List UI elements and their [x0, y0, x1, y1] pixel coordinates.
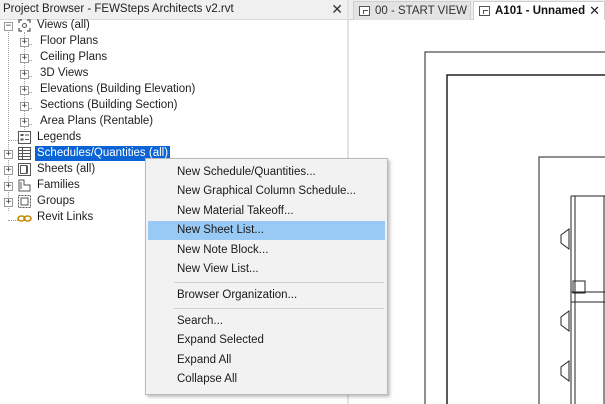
menu-separator: [174, 308, 384, 309]
close-icon[interactable]: ✕: [589, 3, 600, 19]
tab-label: A101 - Unnamed: [495, 5, 586, 17]
tree-node-legends[interactable]: Legends: [0, 130, 340, 146]
expand-icon[interactable]: +: [20, 54, 29, 63]
tab-a101[interactable]: A101 - Unnamed ✕: [473, 1, 605, 20]
revit-window: Project Browser - FEWSteps Architects v2…: [0, 0, 605, 404]
revit-links-icon: [17, 215, 32, 222]
menu-item-new-note-block[interactable]: New Note Block...: [148, 241, 385, 260]
tab-label: 00 - START VIEW: [375, 5, 468, 17]
expand-icon[interactable]: +: [4, 150, 13, 159]
menu-item-browser-organization[interactable]: Browser Organization...: [148, 286, 385, 305]
tree-node-label: 3D Views: [40, 67, 89, 79]
view-tab-bar: 00 - START VIEW A101 - Unnamed ✕: [349, 0, 605, 20]
tree-node-label: Elevations (Building Elevation): [40, 83, 196, 95]
tree-node-floor-plans[interactable]: + Floor Plans: [0, 34, 340, 50]
menu-item-new-graphical-column-schedule[interactable]: New Graphical Column Schedule...: [148, 182, 385, 201]
context-menu: New Schedule/Quantities... New Graphical…: [145, 158, 388, 395]
tree-node-label: Sections (Building Section): [40, 99, 178, 111]
expand-icon[interactable]: +: [20, 70, 29, 79]
tree-node-elevations[interactable]: + Elevations (Building Elevation): [0, 82, 340, 98]
menu-item-expand-all[interactable]: Expand All: [148, 351, 385, 370]
tree-node-label: Ceiling Plans: [40, 51, 108, 63]
sheets-icon: [18, 163, 31, 176]
tab-start-view[interactable]: 00 - START VIEW: [353, 1, 471, 20]
tree-node-label: Area Plans (Rentable): [40, 115, 154, 127]
tree-node-views[interactable]: − Views (all): [0, 18, 340, 34]
groups-icon: [18, 195, 31, 208]
tree-node-area-plans[interactable]: + Area Plans (Rentable): [0, 114, 340, 130]
menu-item-search[interactable]: Search...: [148, 312, 385, 331]
menu-item-new-view-list[interactable]: New View List...: [148, 260, 385, 279]
legends-icon: [18, 131, 31, 144]
expand-icon[interactable]: +: [4, 182, 13, 191]
expand-icon[interactable]: +: [4, 166, 13, 175]
tree-node-sections[interactable]: + Sections (Building Section): [0, 98, 340, 114]
menu-item-new-schedule[interactable]: New Schedule/Quantities...: [148, 163, 385, 182]
views-icon: [18, 19, 31, 32]
menu-separator: [174, 282, 384, 283]
close-icon[interactable]: ✕: [331, 1, 343, 17]
expand-icon[interactable]: +: [20, 38, 29, 47]
tree-node-label: Floor Plans: [40, 35, 99, 47]
project-browser-title: Project Browser - FEWSteps Architects v2…: [3, 3, 234, 15]
families-icon: [18, 179, 31, 192]
tree-node-label: Legends: [37, 131, 82, 143]
tree-node-ceiling-plans[interactable]: + Ceiling Plans: [0, 50, 340, 66]
expand-icon[interactable]: +: [20, 118, 29, 127]
tree-node-label: Families: [37, 179, 80, 191]
menu-item-new-sheet-list[interactable]: New Sheet List...: [148, 221, 385, 240]
menu-item-new-material-takeoff[interactable]: New Material Takeoff...: [148, 202, 385, 221]
sheet-icon: [359, 6, 370, 16]
schedules-icon: [18, 147, 31, 160]
menu-item-collapse-all[interactable]: Collapse All: [148, 370, 385, 389]
expand-icon[interactable]: +: [20, 102, 29, 111]
expand-icon[interactable]: +: [4, 198, 13, 207]
tree-node-3d-views[interactable]: + 3D Views: [0, 66, 340, 82]
tree-node-label: Revit Links: [37, 211, 94, 223]
expand-icon[interactable]: +: [20, 86, 29, 95]
tree-node-label: Views (all): [37, 19, 90, 31]
sheet-icon: [479, 6, 490, 16]
menu-item-expand-selected[interactable]: Expand Selected: [148, 331, 385, 350]
collapse-icon[interactable]: −: [4, 22, 13, 31]
tree-node-label: Sheets (all): [37, 163, 96, 175]
project-browser-header: Project Browser - FEWSteps Architects v2…: [0, 0, 347, 20]
tree-node-label: Groups: [37, 195, 75, 207]
